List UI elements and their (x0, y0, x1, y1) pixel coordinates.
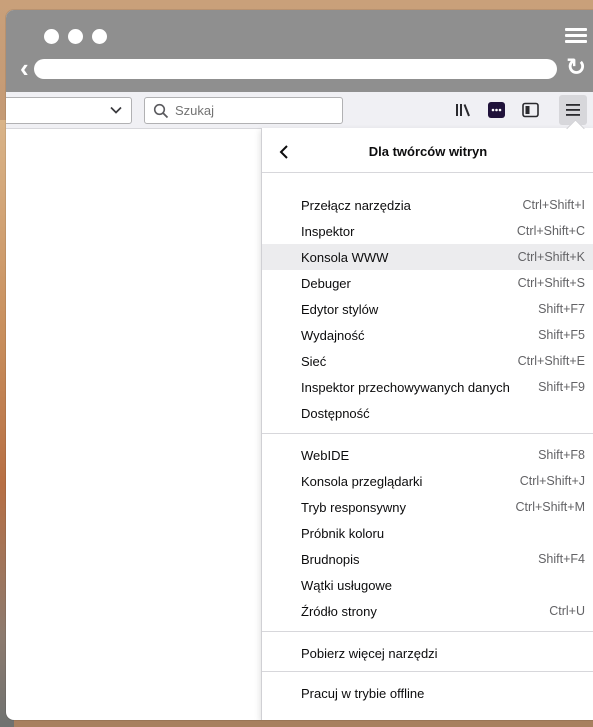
menu-item-scratchpad[interactable]: Brudnopis Shift+F4 (262, 546, 593, 572)
sidebar-icon[interactable] (521, 101, 541, 119)
navigation-toolbar: Szukaj (6, 92, 593, 129)
search-placeholder: Szukaj (175, 103, 215, 118)
browser-window: ‹ ↻ Szukaj Dla twórców witryn Przełącz n… (6, 10, 593, 720)
menu-item-performance[interactable]: Wydajność Shift+F5 (262, 322, 593, 348)
separator (262, 172, 593, 173)
window-menu-icon[interactable] (565, 28, 587, 44)
menu-item-get-more-tools[interactable]: Pobierz więcej narzędzi (262, 640, 593, 666)
menu-item-browser-console[interactable]: Konsola przeglądarki Ctrl+Shift+J (262, 468, 593, 494)
developer-menu-panel: Dla twórców witryn Przełącz narzędzia Ct… (261, 128, 593, 720)
menu-item-storage-inspector[interactable]: Inspektor przechowywanych danych Shift+F… (262, 374, 593, 400)
menu-item-eyedropper[interactable]: Próbnik koloru (262, 520, 593, 546)
menu-item-toggle-tools[interactable]: Przełącz narzędzia Ctrl+Shift+I (262, 192, 593, 218)
hamburger-icon (566, 104, 580, 116)
menu-item-debugger[interactable]: Debuger Ctrl+Shift+S (262, 270, 593, 296)
reload-icon[interactable]: ↻ (563, 56, 589, 80)
panel-title: Dla twórców witryn (368, 144, 488, 159)
panel-header: Dla twórców witryn (262, 138, 593, 168)
separator (262, 433, 593, 434)
search-input[interactable]: Szukaj (144, 97, 343, 124)
menu-item-work-offline[interactable]: Pracuj w trybie offline (262, 680, 593, 706)
menu-item-style-editor[interactable]: Edytor stylów Shift+F7 (262, 296, 593, 322)
separator (262, 671, 593, 672)
window-maximize-dot[interactable] (92, 29, 107, 44)
menu-item-inspector[interactable]: Inspektor Ctrl+Shift+C (262, 218, 593, 244)
address-dropdown[interactable] (6, 97, 132, 124)
chevron-down-icon[interactable] (109, 103, 123, 117)
menu-item-accessibility[interactable]: Dostępność (262, 400, 593, 426)
menu-item-web-console[interactable]: Konsola WWW Ctrl+Shift+K (262, 244, 593, 270)
window-minimize-dot[interactable] (68, 29, 83, 44)
window-close-dot[interactable] (44, 29, 59, 44)
url-bar[interactable] (34, 59, 557, 79)
library-icon[interactable] (453, 101, 473, 119)
menu-item-service-workers[interactable]: Wątki usługowe (262, 572, 593, 598)
title-bar: ‹ ↻ (6, 10, 593, 92)
menu-item-page-source[interactable]: Źródło strony Ctrl+U (262, 598, 593, 624)
menu-item-webide[interactable]: WebIDE Shift+F8 (262, 442, 593, 468)
separator (262, 631, 593, 632)
search-icon (153, 103, 169, 119)
menu-item-responsive-mode[interactable]: Tryb responsywny Ctrl+Shift+M (262, 494, 593, 520)
menu-item-network[interactable]: Sieć Ctrl+Shift+E (262, 348, 593, 374)
extension-icon[interactable] (487, 101, 507, 119)
